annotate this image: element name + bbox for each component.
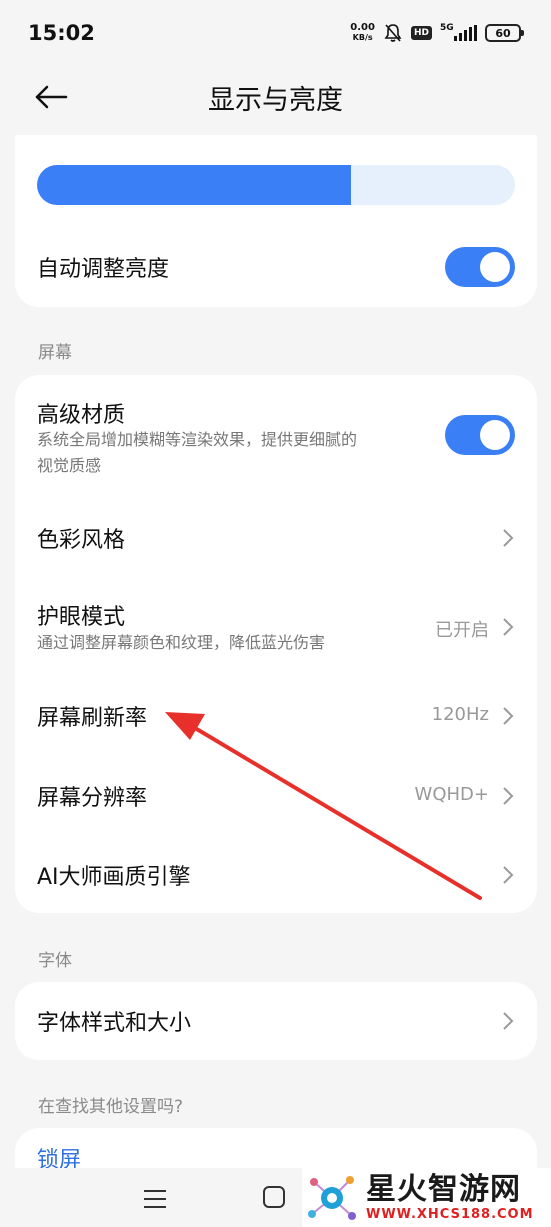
network-speed: 0.00 KB/s: [350, 23, 375, 43]
screen-settings-card: 高级材质 系统全局增加模糊等渲染效果，提供更细腻的 视觉质感 色彩风格 护眼模式…: [15, 375, 537, 913]
back-button[interactable]: [34, 80, 72, 114]
section-label-font: 字体: [38, 951, 72, 971]
auto-brightness-label: 自动调整亮度: [37, 257, 170, 282]
status-bar: 15:02 0.00 KB/s HD 5G 60: [0, 0, 551, 66]
setting-subtitle: 系统全局增加模糊等渲染效果，提供更细腻的: [37, 430, 358, 449]
watermark-url: WWW.XHCS188.COM: [366, 1207, 534, 1222]
setting-title: 护眼模式: [37, 605, 126, 630]
setting-row-font-style[interactable]: 字体样式和大小: [15, 988, 537, 1054]
font-settings-card: 字体样式和大小: [15, 982, 537, 1060]
setting-title: 高级材质: [37, 403, 126, 428]
section-label-screen: 屏幕: [38, 343, 72, 363]
chevron-right-icon: [503, 529, 514, 547]
watermark-logo: [308, 1176, 356, 1220]
watermark: 星火智游网 WWW.XHCS188.COM: [302, 1168, 551, 1227]
back-arrow-icon: [35, 85, 68, 109]
setting-title: 屏幕分辨率: [37, 786, 148, 811]
auto-brightness-row[interactable]: 自动调整亮度: [15, 239, 537, 295]
page-header: 显示与亮度: [0, 66, 551, 128]
setting-value: 已开启: [435, 620, 489, 641]
home-icon[interactable]: [263, 1186, 285, 1208]
auto-brightness-toggle[interactable]: [445, 247, 515, 287]
setting-title: 字体样式和大小: [37, 1011, 192, 1036]
setting-value: 120Hz: [431, 704, 489, 725]
network-type: 5G: [440, 23, 454, 33]
battery-level: 60: [495, 26, 511, 40]
setting-subtitle: 通过调整屏幕颜色和纹理，降低蓝光伤害: [37, 633, 326, 652]
page-title: 显示与亮度: [208, 84, 343, 116]
setting-row-refresh-rate[interactable]: 屏幕刷新率 120Hz: [15, 683, 537, 749]
battery-icon: 60: [485, 24, 524, 42]
menu-icon[interactable]: [144, 1190, 166, 1208]
network-speed-unit: KB/s: [352, 33, 373, 42]
setting-title: AI大师画质引擎: [37, 865, 191, 890]
hd-badge: HD: [410, 26, 432, 40]
advanced-material-toggle[interactable]: [445, 415, 515, 455]
setting-row-color-style[interactable]: 色彩风格: [15, 505, 537, 571]
setting-title: 色彩风格: [37, 528, 126, 553]
setting-row-resolution[interactable]: 屏幕分辨率 WQHD+: [15, 763, 537, 829]
chevron-right-icon: [503, 618, 514, 636]
bell-muted-icon: [384, 24, 402, 42]
setting-row-ai-engine[interactable]: AI大师画质引擎: [15, 842, 537, 908]
chevron-right-icon: [503, 707, 514, 725]
setting-row-advanced-material[interactable]: 高级材质 系统全局增加模糊等渲染效果，提供更细腻的 视觉质感: [15, 393, 537, 481]
chevron-right-icon: [503, 1012, 514, 1030]
watermark-text: 星火智游网 WWW.XHCS188.COM: [366, 1172, 534, 1223]
brightness-slider-fill: [37, 165, 351, 205]
watermark-name: 星火智游网: [366, 1172, 521, 1207]
status-time: 15:02: [28, 21, 95, 45]
signal-icon: 5G: [440, 23, 477, 41]
setting-title: 屏幕刷新率: [37, 706, 148, 731]
section-label-other: 在查找其他设置吗?: [38, 1097, 184, 1117]
status-icons: 0.00 KB/s HD 5G 60: [350, 23, 524, 43]
setting-value: WQHD+: [414, 784, 489, 805]
chevron-right-icon: [503, 866, 514, 884]
chevron-right-icon: [503, 787, 514, 805]
brightness-card: 屏幕亮度 自动调整亮度: [15, 135, 537, 307]
setting-subtitle: 视觉质感: [37, 456, 102, 475]
brightness-slider[interactable]: [37, 165, 515, 205]
network-speed-value: 0.00: [350, 22, 375, 33]
setting-row-eye-care[interactable]: 护眼模式 通过调整屏幕颜色和纹理，降低蓝光伤害 已开启: [15, 589, 537, 665]
